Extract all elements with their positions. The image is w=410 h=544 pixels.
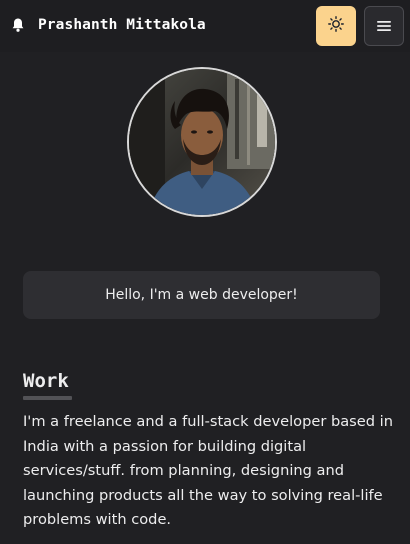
brand-name: Prashanth Mittakola <box>38 17 206 33</box>
greeting-text: Hello, I'm a web developer! <box>105 287 298 303</box>
greeting-banner: Hello, I'm a web developer! <box>23 271 380 319</box>
sun-icon <box>328 16 344 36</box>
theme-toggle-button[interactable] <box>316 6 356 46</box>
navbar: Prashanth Mittakola <box>0 0 410 52</box>
hamburger-menu-button[interactable] <box>364 6 404 46</box>
work-section-title: Work <box>23 370 69 392</box>
work-section-body: I'm a freelance and a full-stack develop… <box>23 413 393 528</box>
profile-avatar <box>127 67 277 217</box>
brand-logo-link[interactable]: Prashanth Mittakola <box>10 13 206 37</box>
hamburger-menu-icon <box>377 17 391 36</box>
section-title-underline <box>23 396 72 400</box>
bell-icon <box>10 17 26 33</box>
